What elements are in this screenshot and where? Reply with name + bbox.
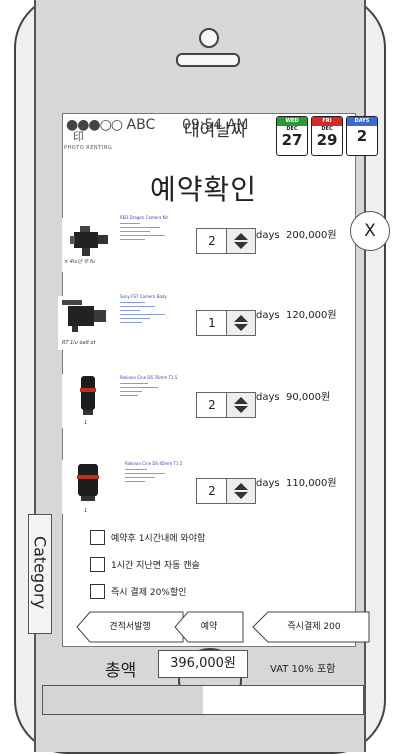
quantity-value: 2 xyxy=(208,484,216,498)
item-description: Rokinon Cine DS 85mm T1.5 xyxy=(125,462,195,522)
quantity-stepper[interactable]: 2 xyxy=(196,228,256,254)
item-title: Rokinon Cine DS 35mm T1.5 xyxy=(120,375,178,380)
item-price: days 120,000원 xyxy=(256,306,337,321)
item-price: days 200,000원 xyxy=(256,226,337,241)
category-tab[interactable]: Category xyxy=(28,514,52,634)
close-button[interactable]: X xyxy=(350,211,390,251)
lens-icon xyxy=(80,376,96,415)
rental-days-calendar-icon: DAYS 2 xyxy=(346,116,378,156)
option-instant-pay-discount[interactable]: 즉시 결제 20%할인 xyxy=(90,584,186,599)
speaker-grille xyxy=(176,53,240,67)
quantity-stepper[interactable]: 1 xyxy=(196,310,256,336)
quantity-stepper[interactable]: 2 xyxy=(196,478,256,504)
app-name: PHOTO RENTING xyxy=(64,145,113,151)
category-label: Category xyxy=(30,535,50,610)
progress-bar xyxy=(42,685,364,715)
start-date-calendar-icon[interactable]: WED DEC 27 xyxy=(276,116,308,156)
calendar-day: 29 xyxy=(316,131,338,149)
stepper-arrows-icon[interactable] xyxy=(226,229,255,253)
page-title: 예약확인 xyxy=(150,173,258,206)
calendar-weekday: WED xyxy=(277,117,307,126)
button-label: 견적서발행 xyxy=(109,622,151,632)
option-label: 예약후 1시간내에 와야함 xyxy=(111,534,206,544)
option-label: 즉시 결제 20%할인 xyxy=(111,588,187,598)
rental-unit: days xyxy=(256,230,280,241)
item-thumbnail[interactable] xyxy=(62,460,114,514)
stepper-arrows-icon[interactable] xyxy=(226,479,255,503)
option-auto-cancel[interactable]: 1시간 지난면 자동 캔슬 xyxy=(90,557,200,572)
price-value: 200,000원 xyxy=(285,230,337,241)
item-price: days 90,000원 xyxy=(256,388,330,403)
item-description: Sony FS7 Camera Body xyxy=(120,295,190,355)
calendar-day: 2 xyxy=(356,127,368,145)
quantity-value: 1 xyxy=(208,316,216,330)
checkbox[interactable] xyxy=(90,584,105,599)
quantity-value: 2 xyxy=(208,398,216,412)
item-caption: × 4iu년 유 fu xyxy=(64,259,95,265)
rental-date-label: 대여날짜 xyxy=(184,121,247,141)
pay-now-button[interactable]: 즉시결제 200 xyxy=(252,611,370,643)
end-date-calendar-icon[interactable]: FRI DEC 29 xyxy=(311,116,343,156)
item-caption: RT 1iu oalt ot xyxy=(62,340,96,346)
stepper-arrows-icon[interactable] xyxy=(226,311,255,335)
item-title: Rokinon Cine DS 85mm T1.5 xyxy=(125,461,183,466)
vat-note: VAT 10% 포함 xyxy=(270,664,336,675)
checkbox[interactable] xyxy=(90,530,105,545)
item-title: RED Dragon Camera Kit xyxy=(120,215,168,220)
price-value: 110,000원 xyxy=(285,478,337,489)
rental-unit: days xyxy=(256,392,280,403)
quantity-value: 2 xyxy=(208,234,216,248)
item-thumbnail[interactable] xyxy=(62,374,114,428)
item-description: Rokinon Cine DS 35mm T1.5 xyxy=(120,376,190,436)
front-camera-icon xyxy=(199,28,219,48)
quantity-stepper[interactable]: 2 xyxy=(196,392,256,418)
total-amount: 396,000원 xyxy=(158,650,248,678)
rental-unit: days xyxy=(256,478,280,489)
lens-icon xyxy=(77,464,99,501)
carrier-name: ABC xyxy=(126,117,156,133)
video-camera-icon xyxy=(62,300,106,332)
calendar-weekday: DAYS xyxy=(347,117,377,126)
item-caption: 1 xyxy=(84,420,88,426)
cinema-camera-icon xyxy=(70,226,108,256)
item-caption: 1 xyxy=(84,508,88,514)
item-title: Sony FS7 Camera Body xyxy=(120,294,167,299)
reserve-button[interactable]: 예약 xyxy=(174,611,244,643)
stepper-arrows-icon[interactable] xyxy=(226,393,255,417)
button-label: 즉시결제 200 xyxy=(287,622,341,632)
price-value: 90,000원 xyxy=(285,392,331,403)
item-description: RED Dragon Camera Kit xyxy=(120,216,190,276)
calendar-day: 27 xyxy=(281,131,303,149)
issue-quote-button[interactable]: 견적서발행 xyxy=(76,611,184,643)
progress-fill xyxy=(43,686,203,714)
item-price: days 110,000원 xyxy=(256,474,337,489)
option-label: 1시간 지난면 자동 캔슬 xyxy=(111,561,200,571)
button-label: 예약 xyxy=(200,622,218,632)
checkbox[interactable] xyxy=(90,557,105,572)
calendar-weekday: FRI xyxy=(312,117,342,126)
app-logo-icon: 印 xyxy=(73,130,84,143)
rental-unit: days xyxy=(256,310,280,321)
price-value: 120,000원 xyxy=(285,310,337,321)
option-arrival-within-hour[interactable]: 예약후 1시간내에 와야함 xyxy=(90,530,205,545)
total-label: 총액 xyxy=(105,661,137,681)
